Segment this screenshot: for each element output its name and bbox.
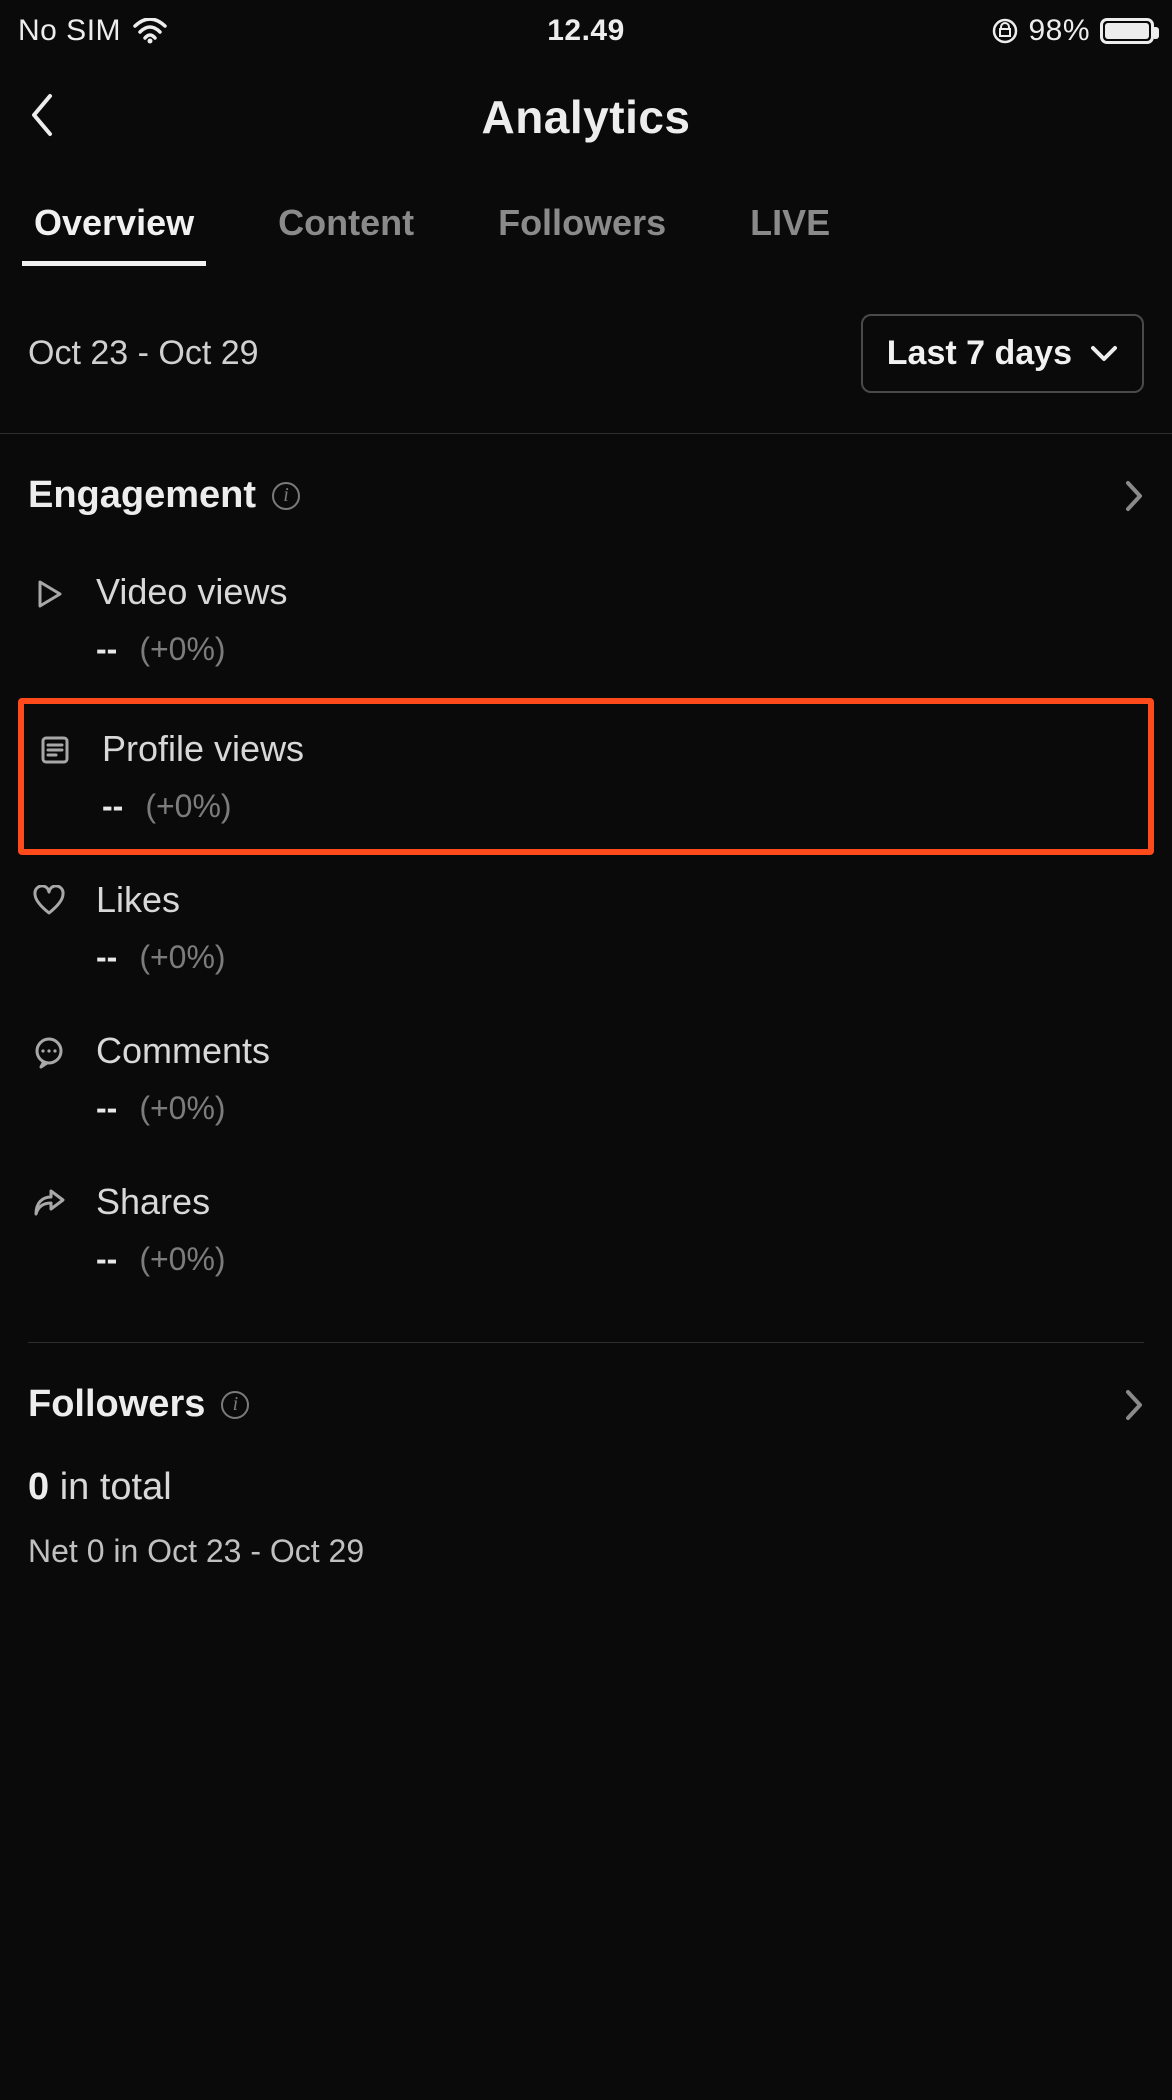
share-icon [32,1187,66,1219]
metric-profile-views[interactable]: Profile views -- (+0%) [34,724,1138,825]
date-range-value: Last 7 days [887,334,1072,373]
status-bar: No SIM 12.49 98% [0,0,1172,58]
metric-label: Video views [96,571,287,613]
followers-total-value: 0 [28,1466,49,1508]
followers-summary: 0 in total Net 0 in Oct 23 - Oct 29 [0,1426,1172,1570]
metric-shares[interactable]: Shares -- (+0%) [28,1157,1144,1308]
followers-total-suffix: in total [49,1466,172,1508]
tabs: Overview Content Followers LIVE [0,184,1172,266]
engagement-title: Engagement [28,474,256,517]
filter-row: Oct 23 - Oct 29 Last 7 days [0,266,1172,434]
info-icon[interactable]: i [221,1391,249,1419]
tab-overview[interactable]: Overview [28,184,200,266]
engagement-section: Engagement i Video views -- (+0%) [0,434,1172,1308]
profile-doc-icon [39,734,71,766]
metric-delta: (+0%) [145,788,231,825]
carrier-label: No SIM [18,14,121,48]
comment-icon [32,1036,66,1070]
chevron-down-icon [1090,345,1118,363]
metric-label: Profile views [102,728,304,770]
page-title: Analytics [481,90,690,144]
rotation-lock-icon [992,18,1018,44]
engagement-header[interactable]: Engagement i [28,474,1144,517]
followers-section: Followers i [0,1343,1172,1426]
followers-total: 0 in total [28,1466,1144,1509]
info-icon[interactable]: i [272,482,300,510]
status-left: No SIM [18,14,167,48]
metric-delta: (+0%) [139,1090,225,1127]
metric-video-views[interactable]: Video views -- (+0%) [28,547,1144,698]
metric-comments[interactable]: Comments -- (+0%) [28,1006,1144,1157]
metric-delta: (+0%) [139,939,225,976]
status-right: 98% [992,14,1154,48]
metric-label: Likes [96,879,226,921]
metric-likes[interactable]: Likes -- (+0%) [28,855,1144,1006]
battery-icon [1100,18,1154,44]
date-range-dropdown[interactable]: Last 7 days [861,314,1144,393]
tab-content[interactable]: Content [272,184,420,266]
highlight-box: Profile views -- (+0%) [18,698,1154,855]
heart-icon [32,885,66,917]
metric-value: -- [96,939,117,976]
wifi-icon [133,18,167,44]
metric-value: -- [102,788,123,825]
metric-value: -- [96,1241,117,1278]
metric-value: -- [96,1090,117,1127]
metric-delta: (+0%) [139,1241,225,1278]
metric-delta: (+0%) [139,631,225,668]
chevron-right-icon [1124,479,1144,513]
battery-percent: 98% [1028,14,1090,48]
metric-value: -- [96,631,117,668]
clock: 12.49 [547,14,625,48]
followers-net-line: Net 0 in Oct 23 - Oct 29 [28,1533,1144,1570]
followers-header[interactable]: Followers i [28,1383,1144,1426]
play-icon [32,577,66,611]
back-button[interactable] [28,92,58,138]
tab-live[interactable]: LIVE [744,184,836,266]
metric-label: Shares [96,1181,226,1223]
date-range-label: Oct 23 - Oct 29 [28,334,259,373]
engagement-metrics: Video views -- (+0%) Profile views [28,517,1144,1308]
metric-label: Comments [96,1030,270,1072]
top-nav: Analytics [0,58,1172,184]
followers-title: Followers [28,1383,205,1426]
chevron-right-icon [1124,1388,1144,1422]
tab-followers[interactable]: Followers [492,184,672,266]
